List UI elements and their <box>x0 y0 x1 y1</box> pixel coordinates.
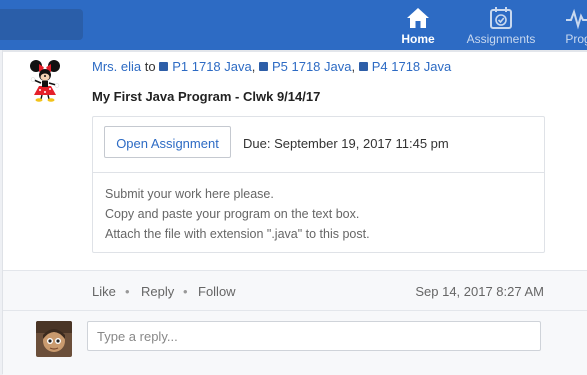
nav-assignments[interactable]: Assignments <box>464 6 538 50</box>
like-link[interactable]: Like <box>92 284 116 299</box>
calendar-check-icon <box>464 6 538 30</box>
group-square-icon <box>159 62 169 71</box>
description-line: Copy and paste your program on the text … <box>105 207 360 221</box>
post-header: Mrs. elia to P1 1718 Java, P5 1718 Java,… <box>92 59 451 74</box>
comma-separator: , <box>351 59 359 74</box>
follow-link[interactable]: Follow <box>198 284 236 299</box>
due-date: Due: September 19, 2017 11:45 pm <box>243 136 449 151</box>
separator-dot: • <box>183 284 188 299</box>
group-square-icon <box>358 62 368 71</box>
post-actions-bar: Like • Reply • Follow Sep 14, 2017 8:27 … <box>3 270 587 311</box>
open-assignment-button[interactable]: Open Assignment <box>104 126 231 158</box>
group-square-icon <box>258 62 268 71</box>
assignment-header: Open Assignment Due: September 19, 2017 … <box>93 117 544 173</box>
search-box[interactable] <box>0 9 83 40</box>
group-link-p5[interactable]: P5 1718 Java <box>272 59 352 74</box>
post-timestamp: Sep 14, 2017 8:27 AM <box>415 284 544 299</box>
user-avatar[interactable] <box>36 321 72 357</box>
group-link-p4[interactable]: P4 1718 Java <box>372 59 452 74</box>
group-link-p1[interactable]: P1 1718 Java <box>172 59 252 74</box>
reply-link[interactable]: Reply <box>141 284 174 299</box>
reply-row <box>3 310 587 375</box>
author-link[interactable]: Mrs. elia <box>92 59 141 74</box>
assignment-description: Submit your work here please. Copy and p… <box>105 184 370 244</box>
assignment-box: Open Assignment Due: September 19, 2017 … <box>92 116 545 253</box>
nav-progress-label: Prog <box>565 32 587 46</box>
nav-home[interactable]: Home <box>397 6 439 50</box>
home-icon <box>397 6 439 30</box>
top-nav-bar: Home Assignments Prog <box>0 0 587 50</box>
to-label: to <box>144 59 156 74</box>
post-title: My First Java Program - Clwk 9/14/17 <box>92 89 321 104</box>
nav-assignments-label: Assignments <box>466 32 536 46</box>
progress-icon <box>558 6 587 30</box>
teacher-avatar[interactable] <box>27 58 63 102</box>
description-line: Attach the file with extension ".java" t… <box>105 227 370 241</box>
description-line: Submit your work here please. <box>105 187 274 201</box>
nav-home-label: Home <box>401 32 435 46</box>
reply-input[interactable] <box>87 321 541 351</box>
nav-progress[interactable]: Prog <box>558 6 587 50</box>
post-card: Mrs. elia to P1 1718 Java, P5 1718 Java,… <box>2 50 587 375</box>
comma-separator: , <box>251 59 259 74</box>
separator-dot: • <box>125 284 130 299</box>
divider <box>3 50 587 52</box>
